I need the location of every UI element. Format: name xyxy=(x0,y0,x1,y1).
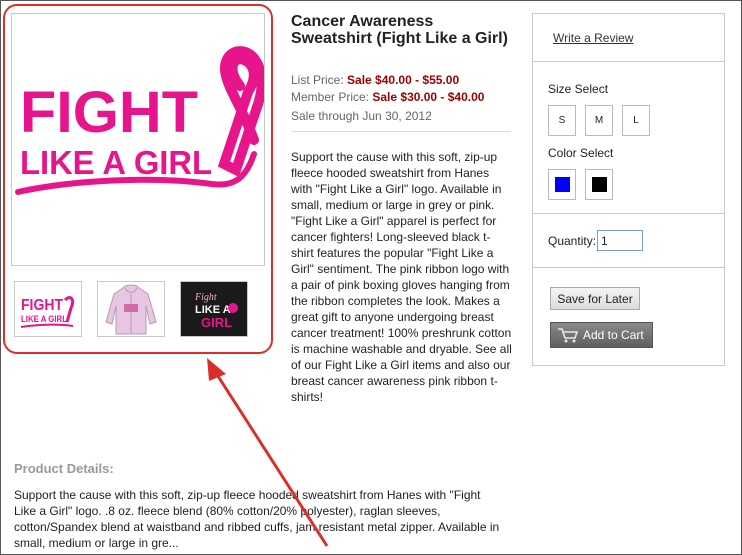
list-price-value: Sale $40.00 - $55.00 xyxy=(347,73,460,87)
add-to-cart-button[interactable]: Add to Cart xyxy=(550,322,653,348)
size-m-button[interactable]: M xyxy=(585,105,613,136)
sale-through: Sale through Jun 30, 2012 xyxy=(291,109,432,123)
quantity-input[interactable] xyxy=(597,230,643,251)
save-for-later-button[interactable]: Save for Later xyxy=(550,287,640,310)
cart-icon xyxy=(558,328,579,343)
product-title: Cancer Awareness Sweatshirt (Fight Like … xyxy=(291,13,508,47)
product-details-heading: Product Details: xyxy=(14,461,114,476)
list-price-label: List Price: xyxy=(291,73,344,87)
color-black-swatch[interactable] xyxy=(585,169,613,200)
panel-separator xyxy=(533,213,724,214)
divider xyxy=(291,131,511,132)
panel-separator xyxy=(533,267,724,268)
member-price-value: Sale $30.00 - $40.00 xyxy=(372,90,485,104)
write-review-link[interactable]: Write a Review xyxy=(553,31,633,45)
add-to-cart-label: Add to Cart xyxy=(583,328,644,342)
list-price: List Price: Sale $40.00 - $55.00 xyxy=(291,73,459,87)
purchase-panel: Write a Review Size Select S M L Color S… xyxy=(532,13,725,366)
product-description: Support the cause with this soft, zip-up… xyxy=(291,150,512,404)
color-blue-swatch[interactable] xyxy=(548,169,576,200)
blue-swatch-fill xyxy=(554,177,570,192)
product-details-text: Support the cause with this soft, zip-up… xyxy=(14,488,500,550)
size-s-button[interactable]: S xyxy=(548,105,576,136)
black-swatch-fill xyxy=(591,177,607,192)
member-price: Member Price: Sale $30.00 - $40.00 xyxy=(291,90,484,104)
size-l-button[interactable]: L xyxy=(622,105,650,136)
color-select-label: Color Select xyxy=(548,146,614,160)
gallery-highlight-box xyxy=(3,4,273,354)
quantity-label: Quantity: xyxy=(548,234,597,248)
member-price-label: Member Price: xyxy=(291,90,370,104)
panel-separator xyxy=(533,61,724,62)
size-select-label: Size Select xyxy=(548,82,609,96)
